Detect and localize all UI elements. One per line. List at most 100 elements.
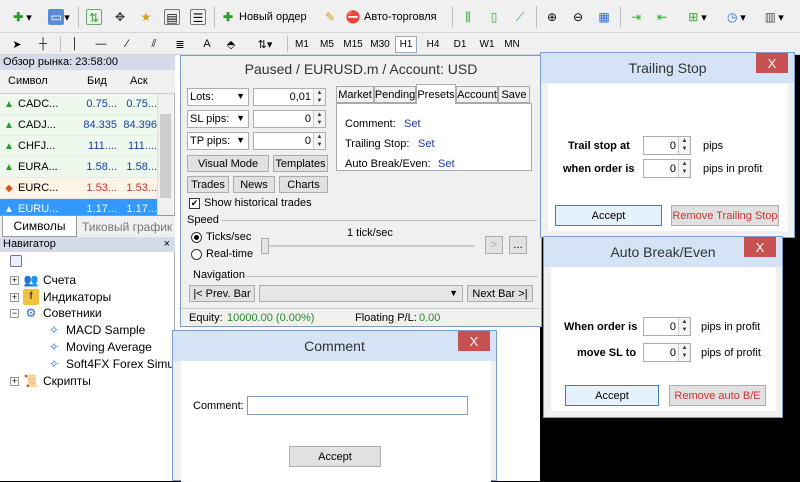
visual-mode-button[interactable]: Visual Mode xyxy=(187,155,269,172)
remove-trailing-stop-button[interactable]: Remove Trailing Stop xyxy=(671,205,779,226)
candle-chart-button[interactable]: ▯ xyxy=(484,8,504,26)
templates-button[interactable]: ▥ ▾ xyxy=(756,8,790,26)
speed-slider-track[interactable] xyxy=(265,245,475,247)
col-symbol[interactable]: Символ xyxy=(8,75,48,87)
trail-when-stepper[interactable]: ▲ ▼ xyxy=(678,160,690,177)
play-button[interactable]: > xyxy=(485,236,503,254)
timeframe-m15[interactable]: M15 xyxy=(341,36,365,53)
market-row[interactable]: ▲ CADJ... 84.335 84.396 xyxy=(0,115,157,136)
templates-dialog-button[interactable]: Templates xyxy=(273,155,328,172)
fibo-tool[interactable]: ≣ xyxy=(170,35,190,53)
timeframe-m30[interactable]: M30 xyxy=(367,36,393,53)
tester-button[interactable]: ☰ xyxy=(188,8,208,26)
sl-select[interactable]: SL pips: ▼ xyxy=(187,110,249,128)
be-move-stepper[interactable]: ▲ ▼ xyxy=(678,344,690,361)
auto-breakeven-close-button[interactable]: X xyxy=(744,237,776,257)
new-order-button[interactable]: ✚ Новый ордер xyxy=(220,8,314,26)
navigator-root[interactable] xyxy=(10,255,22,267)
realtime-radio[interactable]: Real-time xyxy=(191,248,253,260)
tab-account[interactable]: Account xyxy=(456,86,498,103)
trades-button[interactable]: Trades xyxy=(187,176,229,193)
trailing-accept-button[interactable]: Accept xyxy=(555,205,662,226)
tp-stepper[interactable]: ▲ ▼ xyxy=(313,133,325,149)
comment-close-button[interactable]: X xyxy=(458,331,490,351)
autoscroll-button[interactable]: ⇥ xyxy=(626,8,646,26)
tile-windows-button[interactable]: ▦ xyxy=(594,8,614,26)
timeframe-h4[interactable]: H4 xyxy=(422,36,444,53)
tab-market[interactable]: Market xyxy=(336,86,374,103)
trendline-tool[interactable]: ⁄ xyxy=(118,35,136,53)
trail-stop-stepper[interactable]: ▲ ▼ xyxy=(678,137,690,154)
trailing-stop-close-button[interactable]: X xyxy=(756,53,788,73)
indicators-button[interactable]: ⊞ ▾ xyxy=(678,8,714,26)
bar-chart-button[interactable]: ⫼ xyxy=(458,8,478,26)
next-bar-button[interactable]: Next Bar >| xyxy=(467,285,533,302)
cursor-tool[interactable]: ➤ xyxy=(8,35,26,53)
timeframe-m1[interactable]: M1 xyxy=(291,36,313,53)
tab-presets[interactable]: Presets xyxy=(416,84,456,104)
channel-tool[interactable]: ⫽ xyxy=(144,35,164,53)
market-row[interactable]: ▲ CHFJ... 111.... 111.... xyxy=(0,136,157,157)
nav-scripts[interactable]: + 📜 Скрипты xyxy=(10,373,91,389)
new-chart-button[interactable]: ✚ ▾ xyxy=(4,8,38,26)
comment-accept-button[interactable]: Accept xyxy=(289,446,381,467)
chart-shift-button[interactable]: ⇤ xyxy=(652,8,672,26)
trail-when-input[interactable]: 0 ▲ ▼ xyxy=(643,159,691,178)
market-watch-scrollbar[interactable] xyxy=(157,94,173,218)
timeframe-m5[interactable]: M5 xyxy=(316,36,338,53)
tab-tick-chart[interactable]: Тиковый график xyxy=(82,218,174,236)
remove-auto-be-button[interactable]: Remove auto B/E xyxy=(669,385,766,406)
text-tool[interactable]: A xyxy=(198,35,216,53)
nav-expert-soft4fx[interactable]: ✧ Soft4FX Forex Simula xyxy=(46,356,183,372)
news-button[interactable]: News xyxy=(233,176,275,193)
ticks-radio[interactable]: Ticks/sec xyxy=(191,231,251,243)
line-chart-button[interactable]: ⟋ xyxy=(510,8,530,26)
profiles-button[interactable]: ▭ ▾ xyxy=(44,8,74,26)
col-ask[interactable]: Аск xyxy=(130,75,148,87)
be-accept-button[interactable]: Accept xyxy=(565,385,659,406)
nav-expert-ma[interactable]: ✧ Moving Average xyxy=(46,339,152,355)
sl-input[interactable]: 0 ▲ ▼ xyxy=(253,110,326,128)
speed-slider-thumb[interactable] xyxy=(261,238,269,254)
label-tool[interactable]: ⬘ xyxy=(222,35,240,53)
autotrading-button[interactable]: ⛔ Авто-торговля xyxy=(345,8,443,26)
market-row[interactable]: ◆ EURC... 1.53... 1.53... xyxy=(0,178,157,199)
horizontal-line-tool[interactable]: — xyxy=(92,35,110,53)
navigator-close-icon[interactable]: × xyxy=(164,238,170,250)
nav-indicators[interactable]: + f Индикаторы xyxy=(10,289,111,305)
charts-button[interactable]: Charts xyxy=(279,176,328,193)
lots-stepper[interactable]: ▲ ▼ xyxy=(313,89,325,105)
timeframe-w1[interactable]: W1 xyxy=(476,36,498,53)
comment-input[interactable] xyxy=(247,396,468,415)
tp-select[interactable]: TP pips: ▼ xyxy=(187,132,249,150)
periods-button[interactable]: ◷ ▾ xyxy=(718,8,752,26)
lots-input[interactable]: 0,01 ▲ ▼ xyxy=(253,88,326,106)
market-row[interactable]: ▲ CADC... 0.75... 0.75... xyxy=(0,94,157,115)
col-bid[interactable]: Бид xyxy=(87,75,107,87)
be-move-input[interactable]: 0 ▲ ▼ xyxy=(643,343,691,362)
zoom-in-button[interactable]: ⊕ xyxy=(542,8,562,26)
show-historical-checkbox[interactable]: ✔ Show historical trades xyxy=(189,197,312,209)
market-row[interactable]: ▲ EURA... 1.58... 1.58... xyxy=(0,157,157,178)
tab-save[interactable]: Save xyxy=(498,86,530,103)
terminal-button[interactable]: ▤ xyxy=(162,8,182,26)
crosshair-tool[interactable]: ┼ xyxy=(34,35,52,53)
market-watch-button[interactable]: ⇅ xyxy=(84,8,104,26)
tab-pending[interactable]: Pending xyxy=(374,86,416,103)
timeframe-h1[interactable]: H1 xyxy=(395,36,417,53)
nav-expert-macd[interactable]: ✧ MACD Sample xyxy=(46,322,145,338)
data-window-button[interactable]: ✥ xyxy=(110,8,130,26)
vertical-line-tool[interactable]: │ xyxy=(66,35,84,53)
navigation-select[interactable]: ▼ xyxy=(259,285,463,302)
timeframe-d1[interactable]: D1 xyxy=(449,36,471,53)
arrows-tool[interactable]: ⇅ ▾ xyxy=(250,35,280,53)
be-when-stepper[interactable]: ▲ ▼ xyxy=(678,318,690,335)
timeframe-mn[interactable]: MN xyxy=(501,36,523,53)
scrollbar-thumb[interactable] xyxy=(160,114,171,198)
tp-input[interactable]: 0 ▲ ▼ xyxy=(253,132,326,150)
preset-breakeven-set-link[interactable]: Set xyxy=(438,158,455,170)
nav-accounts[interactable]: + 👥 Счета xyxy=(10,272,76,288)
be-when-input[interactable]: 0 ▲ ▼ xyxy=(643,317,691,336)
nav-experts[interactable]: − ⚙ Советники xyxy=(10,305,102,321)
metaeditor-button[interactable]: ✎ xyxy=(320,8,340,26)
